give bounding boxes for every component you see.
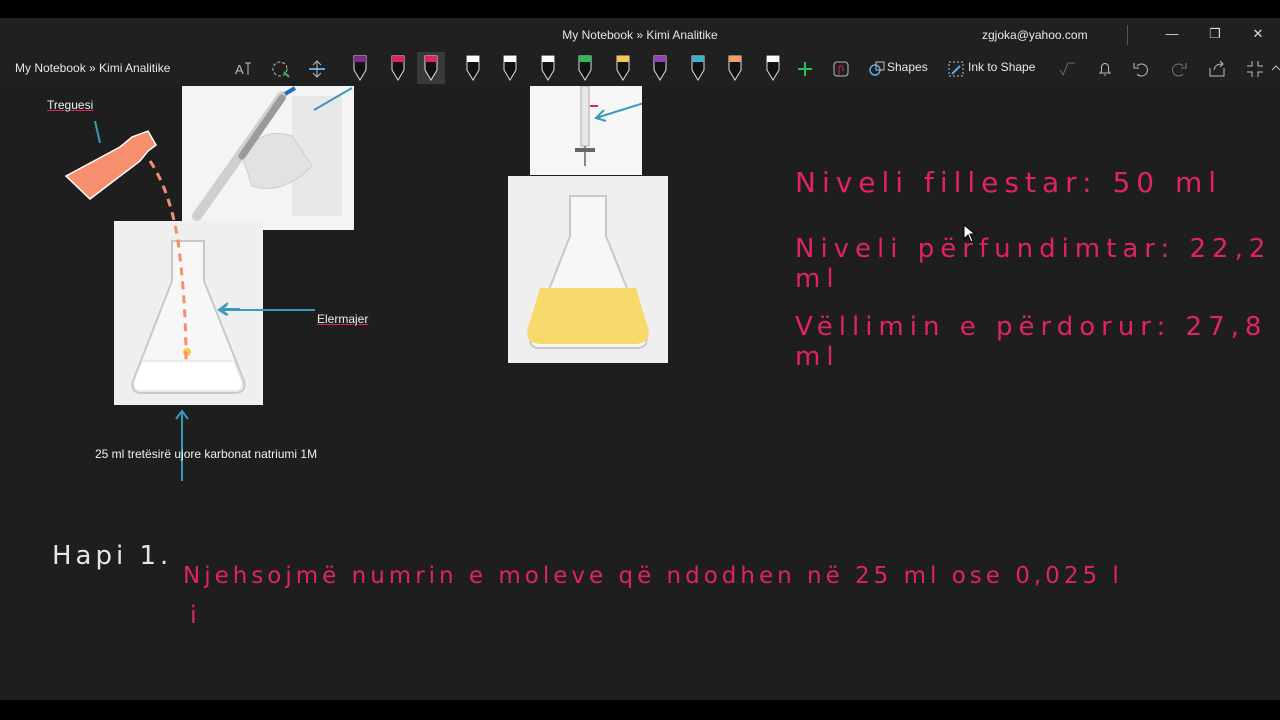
minimize-button[interactable]: —	[1160, 24, 1184, 44]
close-button[interactable]: ✕	[1246, 24, 1270, 44]
ink-step-continuation[interactable]: i	[190, 601, 203, 629]
pen-7-icon[interactable]	[571, 52, 592, 84]
type-select-icon[interactable]: A	[232, 58, 254, 80]
account-email[interactable]: zgjoka@yahoo.com	[982, 28, 1088, 42]
shapes-icon[interactable]	[866, 58, 888, 80]
fullscreen-exit-icon[interactable]	[1244, 58, 1266, 80]
title-bar: My Notebook » Kimi Analitike zgjoka@yaho…	[0, 18, 1280, 52]
ink-to-math-icon[interactable]	[1056, 58, 1078, 80]
elermajer-arrow-icon	[217, 304, 315, 316]
pen-12-icon[interactable]	[759, 52, 779, 84]
mouse-cursor-icon	[963, 224, 977, 243]
shapes-button[interactable]: Shapes	[887, 60, 928, 74]
label-solution: 25 ml tretësirë ujore karbonat natriumi …	[95, 447, 318, 461]
notebook-canvas[interactable]: Treguesi Elermajer 25 ml tretësirë ujore…	[0, 86, 1280, 700]
restore-button[interactable]: ❐	[1203, 24, 1227, 44]
bell-icon[interactable]	[1094, 58, 1116, 80]
burette-photo	[530, 86, 699, 175]
pen-5-icon[interactable]	[496, 52, 517, 84]
ink-volume-used[interactable]: Vëllimin e përdorur: 27,8 ml	[795, 312, 1280, 372]
dropper-trail	[148, 160, 188, 362]
pen-11-icon[interactable]	[721, 52, 742, 84]
erlenmeyer-flask-right-photo	[508, 176, 668, 363]
indicator-bottle-icon	[64, 130, 157, 200]
pen-1-icon[interactable]	[346, 52, 367, 84]
pen-9-icon[interactable]	[646, 52, 667, 84]
draw-toolbar: My Notebook » Kimi Analitike A Shapes In…	[0, 52, 1280, 86]
ink-final-level[interactable]: Niveli përfundimtar: 22,2 ml	[795, 234, 1280, 294]
label-elermajer: Elermajer	[317, 312, 369, 326]
window-title: My Notebook » Kimi Analitike	[562, 28, 718, 42]
svg-text:A: A	[235, 62, 244, 77]
pen-8-icon[interactable]	[609, 52, 629, 84]
pen-4-icon[interactable]	[459, 52, 479, 84]
lasso-select-icon[interactable]	[270, 58, 292, 80]
ink-initial-level[interactable]: Niveli fillestar: 50 ml	[795, 166, 1222, 199]
title-separator	[1127, 25, 1128, 45]
pen-6-icon[interactable]	[534, 52, 554, 84]
ink-step-heading[interactable]: Hapi 1.	[52, 541, 172, 571]
ink-to-shape-button[interactable]: Ink to Shape	[968, 60, 1035, 74]
pen-10-icon[interactable]	[684, 52, 704, 84]
label-treguesi: Treguesi	[47, 98, 94, 112]
erlenmeyer-flask-right-illustration	[527, 195, 649, 349]
redo-icon[interactable]	[1168, 58, 1190, 80]
ink-step-text[interactable]: Njehsojmë numrin e moleve që ndodhen në …	[183, 563, 1123, 589]
breadcrumb[interactable]: My Notebook » Kimi Analitike	[15, 61, 170, 75]
treguesi-arrow-icon	[94, 121, 101, 144]
ink-to-shape-icon[interactable]	[945, 58, 967, 80]
add-space-icon[interactable]	[306, 58, 328, 80]
bottom-bar	[0, 700, 1280, 720]
left-annotation-overlay	[64, 121, 240, 481]
share-icon[interactable]	[1206, 58, 1228, 80]
more-icon[interactable]	[1268, 58, 1280, 80]
pen-2-icon[interactable]	[384, 52, 404, 84]
touch-draw-icon[interactable]	[830, 58, 852, 80]
burette-illustration	[575, 86, 699, 166]
undo-icon[interactable]	[1130, 58, 1152, 80]
pen-3-icon[interactable]	[417, 52, 445, 84]
add-pen-icon[interactable]	[794, 58, 816, 80]
